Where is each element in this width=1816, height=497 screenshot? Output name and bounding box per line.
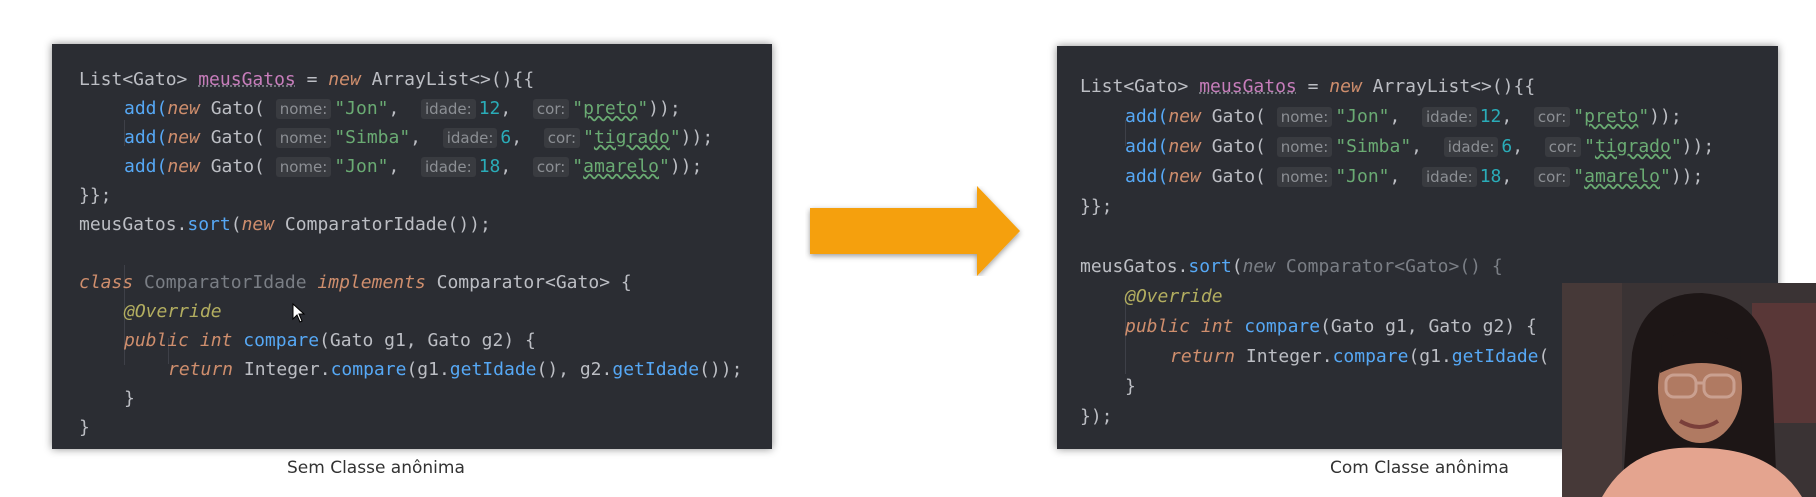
- right-caption: Com Classe anônima: [1330, 458, 1509, 478]
- code-line-12: }: [124, 388, 135, 409]
- left-code-editor: List<Gato> meusGatos = new ArrayList<>()…: [52, 44, 772, 449]
- param-hint: cor:: [543, 128, 581, 148]
- code-line-11: }: [1125, 376, 1136, 397]
- param-hint: idade:: [421, 157, 476, 177]
- code-line-12: });: [1080, 406, 1113, 427]
- code-line-4: add(new Gato( nome: "Jon", idade: 18, cor:…: [124, 156, 703, 177]
- param-hint: cor:: [1544, 137, 1582, 157]
- code-line-8: @Override: [1125, 286, 1223, 307]
- param-hint: nome:: [275, 128, 332, 148]
- param-hint: cor:: [532, 99, 570, 119]
- code-line-1: List<Gato> meusGatos = new ArrayList<>()…: [79, 69, 535, 90]
- presenter-video: [1562, 283, 1816, 497]
- code-line-9: @Override: [124, 301, 222, 322]
- param-hint: idade:: [1422, 167, 1477, 187]
- code-line-5: }};: [79, 185, 112, 206]
- param-hint: cor:: [1533, 167, 1571, 187]
- param-hint: idade:: [1422, 107, 1477, 127]
- left-caption: Sem Classe anônima: [287, 458, 465, 478]
- code-line-7: meusGatos.sort(new Comparator<Gato>() {: [1080, 256, 1503, 277]
- param-hint: nome:: [1276, 167, 1333, 187]
- mouse-pointer-icon: [292, 302, 306, 327]
- code-line-10: return Integer.compare(g1.getIdade(: [1170, 346, 1550, 367]
- param-hint: nome:: [1276, 137, 1333, 157]
- code-line-2: add(new Gato( nome: "Jon", idade: 12, cor:…: [1125, 106, 1682, 127]
- param-hint: idade:: [442, 128, 498, 148]
- code-line-8: class ComparatorIdade implements Compara…: [79, 272, 632, 293]
- code-line-5: }};: [1080, 196, 1113, 217]
- code-line-4: add(new Gato( nome: "Jon", idade: 18, cor:…: [1125, 166, 1704, 187]
- param-hint: idade:: [421, 99, 476, 119]
- code-line-2: add(new Gato( nome: "Jon", idade: 12, cor:…: [124, 98, 681, 119]
- param-hint: cor:: [532, 157, 570, 177]
- code-line-10: public int compare(Gato g1, Gato g2) {: [124, 330, 536, 351]
- param-hint: nome:: [275, 157, 332, 177]
- param-hint: nome:: [275, 99, 332, 119]
- right-arrow-icon: [805, 186, 1025, 280]
- param-hint: idade:: [1443, 137, 1499, 157]
- param-hint: nome:: [1276, 107, 1333, 127]
- webcam-overlay: [1562, 283, 1816, 497]
- code-line-11: return Integer.compare(g1.getIdade(), g2…: [168, 359, 743, 380]
- code-line-3: add(new Gato( nome: "Simba", idade: 6, cor…: [124, 127, 714, 148]
- code-line-13: }: [79, 417, 90, 438]
- code-line-6: meusGatos.sort(new ComparatorIdade());: [79, 214, 491, 235]
- code-line-9: public int compare(Gato g1, Gato g2) {: [1125, 316, 1537, 337]
- param-hint: cor:: [1533, 107, 1571, 127]
- code-line-3: add(new Gato( nome: "Simba", idade: 6, cor…: [1125, 136, 1715, 157]
- code-line-1: List<Gato> meusGatos = new ArrayList<>()…: [1080, 76, 1536, 97]
